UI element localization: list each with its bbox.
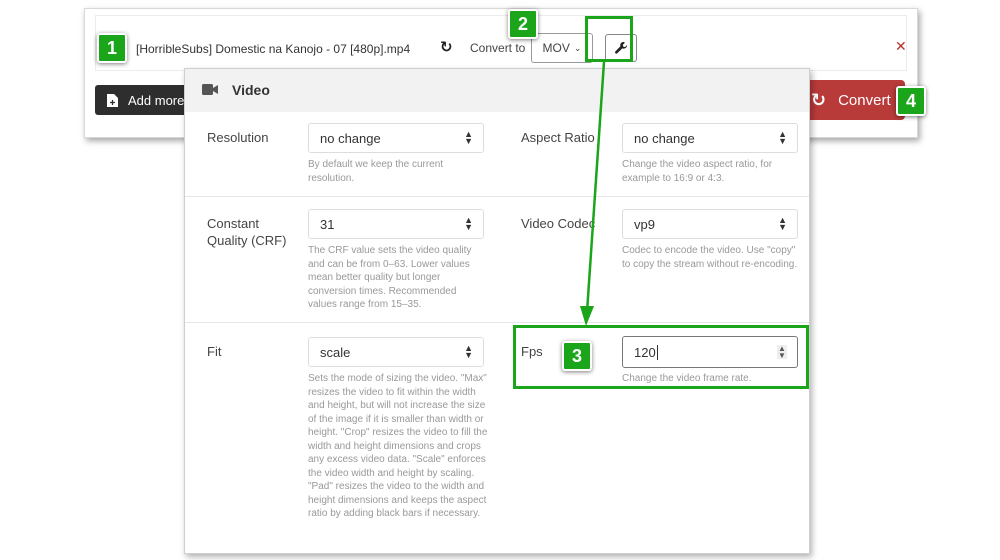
annotation-badge-3: 3 xyxy=(562,341,592,371)
annotation-badge-4: 4 xyxy=(896,86,926,116)
annotation-arrow xyxy=(580,61,606,326)
annotation-badge-1: 1 xyxy=(97,33,127,63)
annotation-badge-2: 2 xyxy=(508,9,538,39)
